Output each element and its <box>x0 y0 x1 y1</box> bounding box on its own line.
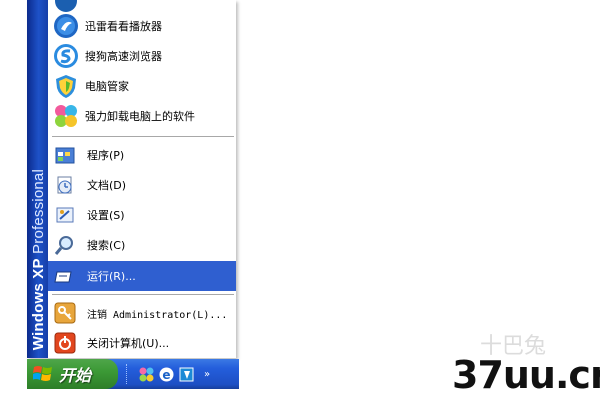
brand-name: Windows XP <box>30 258 47 350</box>
programs-icon <box>54 144 76 166</box>
svg-text:e: e <box>162 368 170 382</box>
menu-item-documents[interactable]: 文档(D) <box>48 170 236 200</box>
menu-item-shutdown[interactable]: 关闭计算机(U)... <box>48 328 236 358</box>
menu-divider <box>52 136 234 138</box>
menu-item-settings[interactable]: 设置(S) <box>48 200 236 230</box>
quick-launch-bar: e » <box>126 363 210 385</box>
menu-item-label: 关闭计算机(U)... <box>87 337 170 350</box>
menu-item-label: 设置(S) <box>87 209 125 222</box>
brand-bar: Windows XP Professional <box>27 0 48 358</box>
menu-item-logoff[interactable]: 注销 Administrator(L)... <box>48 298 236 328</box>
watermark-site: 37uu.cn <box>452 353 600 397</box>
start-menu: Windows XP Professional 迅雷看看播放器 搜狗高速浏览器 <box>27 0 236 358</box>
internet-explorer-icon[interactable]: e <box>158 366 175 383</box>
taskbar: 开始 e » <box>27 359 239 389</box>
brand-edition: Professional <box>30 168 47 259</box>
start-label: 开始 <box>59 366 92 385</box>
menu-item-uninstaller[interactable]: 强力卸载电脑上的软件 <box>48 101 236 131</box>
menu-item-label: 搜索(C) <box>87 239 126 252</box>
menu-item-label: 强力卸载电脑上的软件 <box>85 110 195 123</box>
sogou-browser-icon <box>51 41 81 71</box>
menu-divider <box>52 294 234 296</box>
settings-icon <box>54 204 76 226</box>
menu-item-label: 注销 Administrator(L)... <box>87 309 228 321</box>
quick-launch-chevron[interactable]: » <box>204 369 210 380</box>
pc-manager-shield-icon <box>51 71 81 101</box>
show-desktop-icon[interactable] <box>138 366 155 383</box>
logoff-key-icon <box>54 302 76 324</box>
run-icon <box>54 265 76 287</box>
xunlei-player-icon <box>51 11 81 41</box>
shutdown-icon <box>54 332 76 354</box>
windows-logo-icon <box>32 364 53 384</box>
menu-item-pc-manager[interactable]: 电脑管家 <box>48 71 236 101</box>
start-button[interactable]: 开始 <box>27 359 118 389</box>
menu-item-label: 程序(P) <box>87 149 125 162</box>
menu-item-label: 搜狗高速浏览器 <box>85 50 162 63</box>
menu-item-search[interactable]: 搜索(C) <box>48 230 236 260</box>
brand-text: Windows XP Professional <box>30 169 47 350</box>
menu-item-sogou[interactable]: 搜狗高速浏览器 <box>48 41 236 71</box>
search-icon <box>54 234 76 256</box>
media-icon[interactable] <box>178 366 195 383</box>
menu-item-xunlei[interactable]: 迅雷看看播放器 <box>48 11 236 41</box>
menu-item-label: 迅雷看看播放器 <box>85 20 162 33</box>
toolbar-grip[interactable] <box>126 364 130 384</box>
menu-item-label: 电脑管家 <box>85 80 129 93</box>
menu-item-label: 运行(R)... <box>87 270 136 283</box>
uninstaller-butterfly-icon <box>51 101 81 131</box>
documents-icon <box>54 174 76 196</box>
menu-item-run[interactable]: 运行(R)... <box>48 261 236 291</box>
menu-item-label: 文档(D) <box>87 179 127 192</box>
menu-item-programs[interactable]: 程序(P) <box>48 140 236 170</box>
